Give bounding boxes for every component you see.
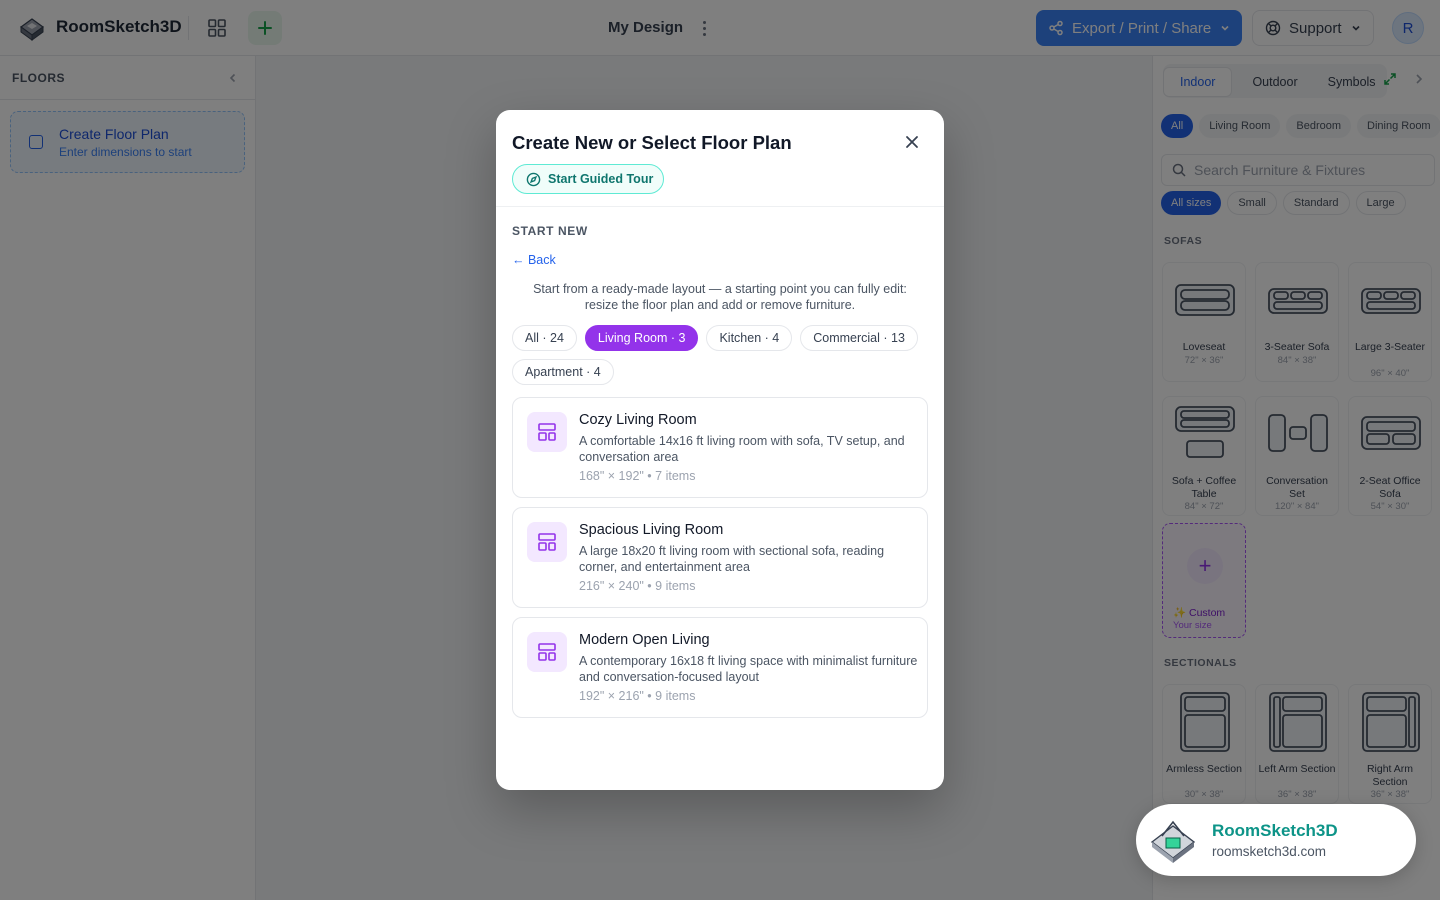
template-list: Cozy Living Room A comfortable 14x16 ft … xyxy=(512,397,928,727)
compass-icon xyxy=(526,172,541,186)
template-title: Modern Open Living xyxy=(579,632,710,648)
filter-chip-living-room[interactable]: Living Room · 3 xyxy=(584,325,699,351)
house-logo-icon xyxy=(1150,820,1196,863)
template-meta: 192" × 216" • 9 items xyxy=(579,689,696,703)
watermark-title: RoomSketch3D xyxy=(1212,821,1338,840)
template-description: A comfortable 14x16 ft living room with … xyxy=(579,434,905,464)
template-title: Cozy Living Room xyxy=(579,412,697,428)
filter-chip-apartment[interactable]: Apartment · 4 xyxy=(512,359,614,385)
start-guided-tour-button[interactable]: Start Guided Tour xyxy=(512,164,664,194)
filter-chip-kitchen[interactable]: Kitchen · 4 xyxy=(706,325,793,351)
template-card[interactable]: Modern Open Living A contemporary 16x18 … xyxy=(512,617,928,718)
close-icon xyxy=(906,136,918,148)
close-button[interactable] xyxy=(900,130,924,154)
templates-description: Start from a ready-made layout — a start… xyxy=(533,282,907,312)
template-meta: 216" × 240" • 9 items xyxy=(579,579,696,593)
template-description: A contemporary 16x18 ft living space wit… xyxy=(579,654,918,684)
watermark-url: roomsketch3d.com xyxy=(1212,844,1327,859)
layout-template-icon xyxy=(527,412,567,452)
layout-template-icon xyxy=(527,522,567,562)
brand-watermark: RoomSketch3D roomsketch3d.com xyxy=(1136,804,1416,876)
filter-chip-commercial[interactable]: Commercial · 13 xyxy=(800,325,918,351)
template-description: A large 18x20 ft living room with sectio… xyxy=(579,544,885,574)
start-new-heading: START NEW xyxy=(512,224,588,238)
template-meta: 168" × 192" • 7 items xyxy=(579,469,696,483)
modal-header: Create New or Select Floor Plan Start Gu… xyxy=(496,110,944,207)
template-card[interactable]: Spacious Living Room A large 18x20 ft li… xyxy=(512,507,928,608)
filter-chip-all[interactable]: All · 24 xyxy=(512,325,577,351)
tour-label: Start Guided Tour xyxy=(548,172,654,186)
floor-plan-modal: Create New or Select Floor Plan Start Gu… xyxy=(496,110,944,790)
template-title: Spacious Living Room xyxy=(579,522,724,538)
layout-template-icon xyxy=(527,632,567,672)
modal-title: Create New or Select Floor Plan xyxy=(512,132,792,153)
template-card[interactable]: Cozy Living Room A comfortable 14x16 ft … xyxy=(512,397,928,498)
template-filter-chips: All · 24 Living Room · 3 Kitchen · 4 Com… xyxy=(512,325,932,385)
back-link[interactable]: ← Back xyxy=(512,253,556,267)
